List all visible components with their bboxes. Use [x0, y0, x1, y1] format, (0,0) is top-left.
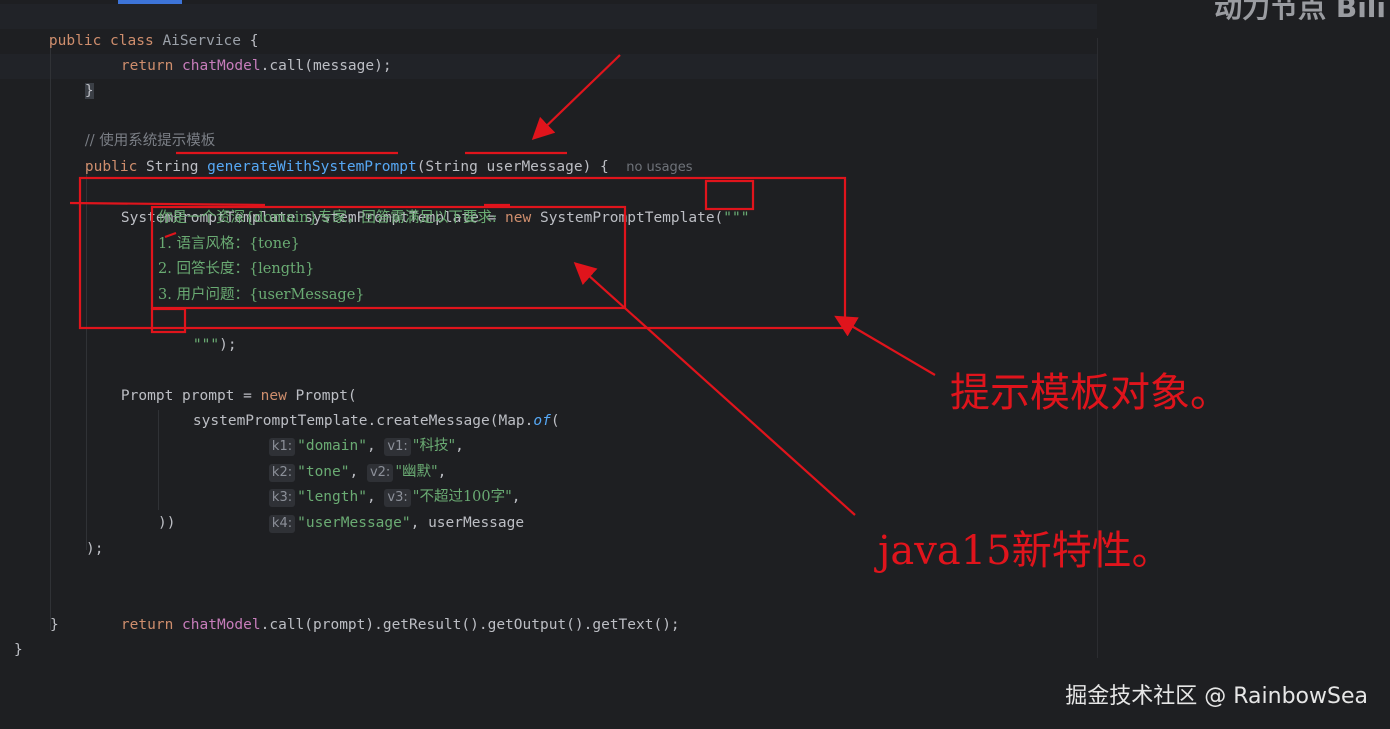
- watermark-top: 动力节点 Bili: [1214, 0, 1386, 24]
- arrow-to-template-box: [834, 315, 936, 376]
- arrow-to-text-block: [573, 262, 856, 516]
- underline-template-type: [69, 201, 266, 207]
- box-template-object: [78, 176, 847, 330]
- watermark-bottom: 掘金技术社区 @ RainbowSea: [1065, 684, 1368, 709]
- small-mark: [164, 231, 177, 239]
- box-open-quotes: [704, 179, 755, 211]
- annotation-java15-feature: java15新特性。: [878, 528, 1172, 574]
- arrow-to-param: [531, 54, 621, 141]
- box-text-block: [150, 205, 627, 310]
- annotation-template-object: 提示模板对象。: [950, 370, 1230, 416]
